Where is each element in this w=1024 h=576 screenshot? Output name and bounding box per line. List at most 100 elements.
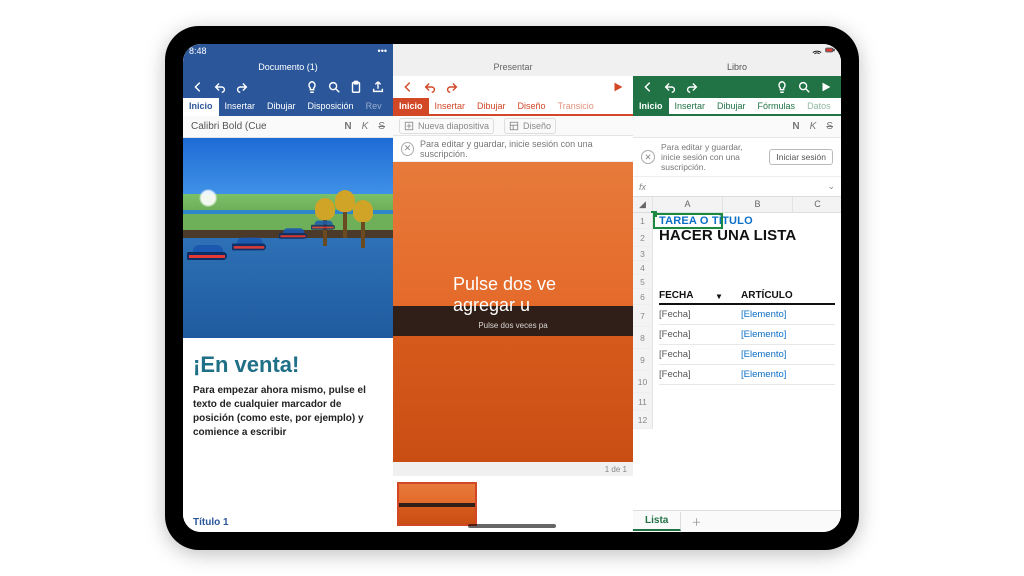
list-headers: FECHA ▾ ARTÍCULO — [659, 288, 835, 305]
tab-dibujar[interactable]: Dibujar — [471, 98, 512, 114]
redo-icon[interactable] — [445, 80, 459, 94]
clipboard-icon[interactable] — [349, 80, 363, 94]
slide-thumb-1[interactable] — [397, 482, 477, 526]
row-4[interactable]: 4 — [633, 261, 653, 275]
slide-subtitle[interactable]: Pulse dos veces pa — [478, 321, 547, 330]
tab-transiciones[interactable]: Transicio — [552, 98, 600, 114]
row-8[interactable]: 8 — [633, 327, 653, 349]
search-icon[interactable] — [327, 80, 341, 94]
search-icon[interactable] — [797, 80, 811, 94]
back-icon[interactable] — [641, 80, 655, 94]
row-7[interactable]: 7 — [633, 305, 653, 327]
signin-button[interactable]: Iniciar sesión — [769, 149, 833, 165]
col-C[interactable]: C — [793, 197, 841, 212]
word-title-text: Documento (1) — [258, 62, 318, 72]
ppt-toolbar — [393, 76, 633, 98]
tab-inicio[interactable]: Inicio — [183, 98, 219, 116]
hdr-fecha[interactable]: FECHA ▾ — [659, 290, 721, 301]
tab-diseno[interactable]: Diseño — [512, 98, 552, 114]
list-row[interactable]: [Fecha] [Elemento] — [659, 365, 835, 385]
list-row[interactable]: [Fecha] [Elemento] — [659, 345, 835, 365]
word-document: ¡En venta! Para empezar ahora mismo, pul… — [183, 138, 393, 532]
tab-inicio[interactable]: Inicio — [393, 98, 429, 114]
share-icon[interactable] — [819, 80, 833, 94]
new-slide-button[interactable]: Nueva diapositiva — [399, 118, 494, 134]
sheet-tabs: Lista ＋ — [633, 510, 841, 532]
ppt-title: Presentar — [393, 58, 633, 76]
row-6[interactable]: 6 — [633, 289, 653, 305]
row-12[interactable]: 12 — [633, 411, 653, 429]
hdr-articulo[interactable]: ARTÍCULO — [741, 290, 793, 301]
layout-button[interactable]: Diseño — [504, 118, 556, 134]
list-row[interactable]: [Fecha] [Elemento] — [659, 325, 835, 345]
row-10[interactable]: 10 — [633, 371, 653, 393]
tab-rev[interactable]: Rev — [360, 98, 388, 116]
undo-icon[interactable] — [423, 80, 437, 94]
close-icon[interactable]: ✕ — [641, 150, 655, 164]
tab-dibujar[interactable]: Dibujar — [261, 98, 302, 116]
strike-button[interactable]: S — [826, 121, 833, 132]
back-icon[interactable] — [191, 80, 205, 94]
col-B[interactable]: B — [723, 197, 793, 212]
doc-headline[interactable]: ¡En venta! — [183, 338, 393, 384]
cell-articulo[interactable]: [Elemento] — [741, 369, 786, 380]
status-icons: ••• — [378, 46, 387, 56]
doc-paragraph[interactable]: Para empezar ahora mismo, pulse el texto… — [183, 384, 393, 440]
italic-button[interactable]: K — [810, 121, 817, 132]
row-2[interactable]: 2 — [633, 229, 653, 247]
bold-button[interactable]: N — [792, 121, 799, 132]
strike-button[interactable]: S — [378, 121, 385, 132]
tab-inicio[interactable]: Inicio — [633, 98, 669, 114]
italic-button[interactable]: K — [362, 121, 369, 132]
row-5[interactable]: 5 — [633, 275, 653, 289]
redo-icon[interactable] — [235, 80, 249, 94]
banner-text: Para editar y guardar, inicie sesión con… — [420, 139, 625, 159]
sheet-content: TAREA O TÍTULO HACER UNA LISTA FECHA ▾ A… — [653, 213, 841, 385]
cell-fecha[interactable]: [Fecha] — [659, 369, 721, 380]
slide-title[interactable]: Pulse dos ve agregar u — [405, 274, 621, 315]
list-row[interactable]: [Fecha] [Elemento] — [659, 305, 835, 325]
tab-insertar[interactable]: Insertar — [429, 98, 472, 114]
add-sheet-button[interactable]: ＋ — [681, 511, 711, 532]
slide-stage[interactable]: Pulse dos ve agregar u Pulse dos veces p… — [393, 162, 633, 462]
font-input[interactable] — [191, 121, 286, 132]
task-tag[interactable]: TAREA O TÍTULO — [659, 213, 835, 227]
lightbulb-icon[interactable] — [305, 80, 319, 94]
row-3[interactable]: 3 — [633, 247, 653, 261]
sheet-grid[interactable]: 123456789101112 TAREA O TÍTULO HACER UNA… — [633, 213, 841, 510]
row-9[interactable]: 9 — [633, 349, 653, 371]
select-all-corner[interactable]: ◢ — [633, 197, 653, 212]
cell-articulo[interactable]: [Elemento] — [741, 309, 786, 320]
tab-dibujar[interactable]: Dibujar — [711, 98, 752, 114]
tab-disposicion[interactable]: Disposición — [302, 98, 360, 116]
tab-datos[interactable]: Datos — [801, 98, 837, 114]
tab-insertar[interactable]: Insertar — [669, 98, 712, 114]
row-1[interactable]: 1 — [633, 213, 653, 229]
cell-articulo[interactable]: [Elemento] — [741, 349, 786, 360]
formula-bar[interactable]: fx ⌄ — [633, 177, 841, 197]
col-A[interactable]: A — [653, 197, 723, 212]
redo-icon[interactable] — [685, 80, 699, 94]
back-icon[interactable] — [401, 80, 415, 94]
home-indicator[interactable] — [468, 524, 556, 528]
cell-articulo[interactable]: [Elemento] — [741, 329, 786, 340]
chevron-down-icon[interactable]: ⌄ — [827, 181, 835, 192]
sheet-tab-lista[interactable]: Lista — [633, 512, 681, 531]
share-icon[interactable] — [371, 80, 385, 94]
row-11[interactable]: 11 — [633, 393, 653, 411]
tab-insertar[interactable]: Insertar — [219, 98, 262, 116]
play-icon[interactable] — [611, 80, 625, 94]
cell-fecha[interactable]: [Fecha] — [659, 309, 721, 320]
list-title[interactable]: HACER UNA LISTA — [659, 227, 835, 244]
lightbulb-icon[interactable] — [775, 80, 789, 94]
undo-icon[interactable] — [663, 80, 677, 94]
style-indicator[interactable]: Título 1 — [183, 509, 393, 532]
undo-icon[interactable] — [213, 80, 227, 94]
close-icon[interactable]: ✕ — [401, 142, 414, 156]
cell-fecha[interactable]: [Fecha] — [659, 349, 721, 360]
status-bar — [393, 44, 633, 58]
cell-fecha[interactable]: [Fecha] — [659, 329, 721, 340]
tab-formulas[interactable]: Fórmulas — [752, 98, 802, 114]
excel-ribbon: Inicio Insertar Dibujar Fórmulas Datos — [633, 98, 841, 116]
bold-button[interactable]: N — [344, 121, 351, 132]
